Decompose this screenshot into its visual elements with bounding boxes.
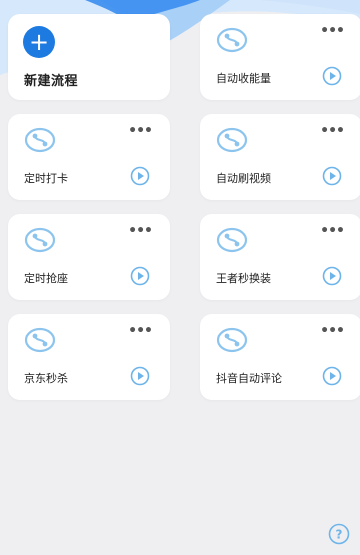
flow-card-label: 自动收能量 (216, 72, 271, 85)
flow-icon (24, 127, 56, 153)
play-icon[interactable] (322, 166, 342, 186)
flow-card-label: 自动刷视频 (216, 172, 271, 185)
more-icon[interactable]: ••• (320, 224, 345, 238)
more-icon[interactable]: ••• (128, 124, 153, 138)
flow-card-label: 定时抢座 (24, 272, 68, 285)
play-icon[interactable] (322, 66, 342, 86)
flow-icon (216, 327, 248, 353)
more-icon[interactable]: ••• (320, 24, 345, 38)
more-icon[interactable]: ••• (128, 324, 153, 338)
flow-card[interactable]: ••• 自动收能量 (200, 14, 360, 100)
flow-card[interactable]: ••• 抖音自动评论 (200, 314, 360, 400)
play-icon[interactable] (130, 166, 150, 186)
flow-card-label: 抖音自动评论 (216, 372, 282, 385)
flow-card-label: 京东秒杀 (24, 372, 68, 385)
flow-card-label: 王者秒换装 (216, 272, 271, 285)
help-icon[interactable]: ? (328, 523, 350, 545)
flow-icon (216, 27, 248, 53)
play-icon[interactable] (322, 366, 342, 386)
flow-icon (216, 227, 248, 253)
flow-card[interactable]: ••• 定时抢座 (8, 214, 170, 300)
more-icon[interactable]: ••• (320, 324, 345, 338)
flow-icon (24, 327, 56, 353)
plus-icon[interactable]: + (23, 26, 55, 58)
flow-card[interactable]: ••• 定时打卡 (8, 114, 170, 200)
play-icon[interactable] (130, 266, 150, 286)
more-icon[interactable]: ••• (320, 124, 345, 138)
play-icon[interactable] (130, 366, 150, 386)
svg-text:?: ? (336, 528, 343, 542)
flow-card[interactable]: ••• 京东秒杀 (8, 314, 170, 400)
flow-icon (24, 227, 56, 253)
more-icon[interactable]: ••• (128, 224, 153, 238)
new-flow-label: 新建流程 (24, 74, 79, 89)
new-flow-card[interactable]: + 新建流程 (8, 14, 170, 100)
flow-card-label: 定时打卡 (24, 172, 68, 185)
flow-card[interactable]: ••• 自动刷视频 (200, 114, 360, 200)
flow-card[interactable]: ••• 王者秒换装 (200, 214, 360, 300)
flow-icon (216, 127, 248, 153)
play-icon[interactable] (322, 266, 342, 286)
